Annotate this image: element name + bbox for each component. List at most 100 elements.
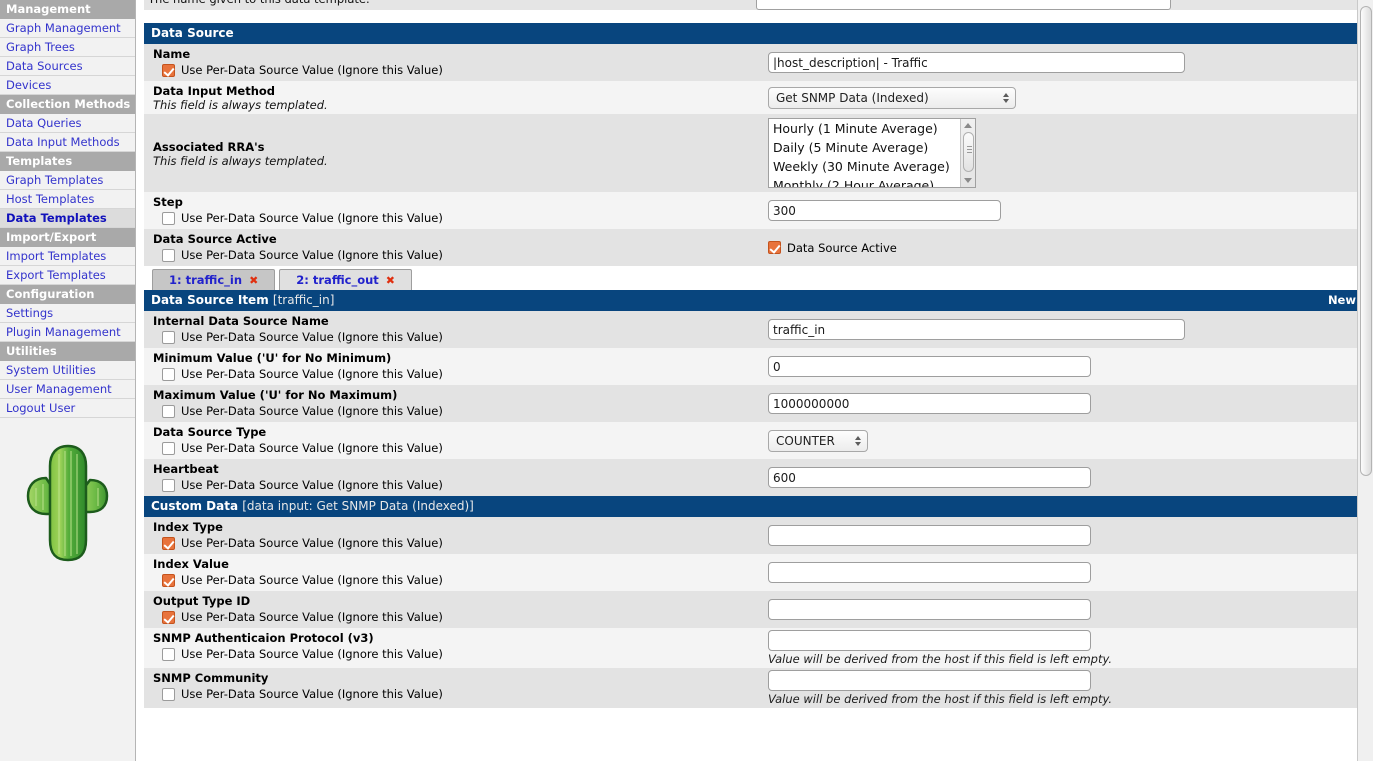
scroll-thumb[interactable]: [963, 132, 974, 172]
checkbox-per-ds[interactable]: [162, 610, 175, 624]
tab-close-icon[interactable]: ✖: [386, 274, 395, 287]
sidebar-item-system-utilities[interactable]: System Utilities: [0, 361, 135, 380]
sidebar-item-devices[interactable]: Devices: [0, 76, 135, 95]
rra-option[interactable]: Daily (5 Minute Average): [769, 138, 975, 157]
per-ds-toggle[interactable]: Use Per-Data Source Value (Ignore this V…: [153, 645, 752, 663]
sidebar-item-data-templates[interactable]: Data Templates: [0, 209, 135, 228]
sidebar-item-data-input-methods[interactable]: Data Input Methods: [0, 133, 135, 152]
cd-field-hint: Value will be derived from the host if t…: [768, 692, 1113, 706]
sidebar-item-settings[interactable]: Settings: [0, 304, 135, 323]
template-name-input[interactable]: [756, 0, 1171, 10]
checkbox-per-ds[interactable]: [162, 573, 175, 587]
tab-traffic_out[interactable]: 2: traffic_out ✖: [279, 269, 413, 290]
form-container: The name given to this data template. Da…: [144, 0, 1365, 761]
checkbox-per-ds-name[interactable]: [162, 63, 175, 77]
scroll-up-icon[interactable]: [964, 123, 972, 128]
per-ds-toggle[interactable]: Use Per-Data Source Value (Ignore this V…: [153, 476, 752, 494]
sidebar-item-logout-user[interactable]: Logout User: [0, 399, 135, 418]
page-scroll-thumb[interactable]: [1360, 6, 1372, 476]
cd-row-left: Index Value Use Per-Data Source Value (Ig…: [144, 554, 756, 591]
per-ds-toggle[interactable]: Use Per-Data Source Value (Ignore this V…: [153, 571, 752, 589]
dsi-row-right: COUNTER: [756, 422, 1365, 459]
step-input[interactable]: [768, 200, 1001, 221]
rra-option[interactable]: Hourly (1 Minute Average): [769, 119, 975, 138]
row-dim-left: Data Input Method This field is always t…: [144, 81, 756, 114]
cd-field-input[interactable]: [768, 562, 1091, 583]
cd-field-input[interactable]: [768, 599, 1091, 620]
per-ds-label: Use Per-Data Source Value (Ignore this V…: [181, 647, 443, 661]
sidebar-item-data-sources[interactable]: Data Sources: [0, 57, 135, 76]
data-input-method-select[interactable]: Get SNMP Data (Indexed): [768, 86, 1016, 109]
data-source-type-select[interactable]: COUNTER: [768, 429, 868, 452]
cd-row-left: SNMP Authenticaion Protocol (v3) Use Per-…: [144, 628, 756, 668]
dsi-field-input[interactable]: [768, 467, 1091, 488]
checkbox-per-ds[interactable]: [162, 441, 175, 455]
tab-close-icon[interactable]: ✖: [249, 274, 258, 287]
tab-traffic_in[interactable]: 1: traffic_in ✖: [152, 269, 276, 290]
cd-field-input[interactable]: [768, 525, 1091, 546]
checkbox-per-ds[interactable]: [162, 687, 175, 701]
checkbox-per-ds[interactable]: [162, 536, 175, 550]
per-ds-toggle[interactable]: Use Per-Data Source Value (Ignore this V…: [153, 402, 752, 420]
rra-option[interactable]: Monthly (2 Hour Average): [769, 176, 975, 187]
checkbox-per-ds[interactable]: [162, 478, 175, 492]
associated-rras-listbox[interactable]: Hourly (1 Minute Average) Daily (5 Minute…: [768, 118, 976, 188]
sidebar-item-data-queries[interactable]: Data Queries: [0, 114, 135, 133]
per-ds-toggle[interactable]: Use Per-Data Source Value (Ignore this V…: [153, 439, 752, 457]
sidebar-item-host-templates[interactable]: Host Templates: [0, 190, 135, 209]
sidebar-header-management: Management: [0, 0, 135, 19]
per-ds-toggle[interactable]: Use Per-Data Source Value (Ignore this V…: [153, 685, 752, 703]
per-ds-name[interactable]: Use Per-Data Source Value (Ignore this V…: [153, 61, 752, 79]
rras-scrollbar[interactable]: [960, 119, 975, 187]
per-ds-toggle[interactable]: Use Per-Data Source Value (Ignore this V…: [153, 608, 752, 626]
checkbox-per-ds[interactable]: [162, 404, 175, 418]
sidebar-item-user-management[interactable]: User Management: [0, 380, 135, 399]
row-step-left: Step Use Per-Data Source Value (Ignore t…: [144, 192, 756, 229]
data-source-active-toggle[interactable]: Data Source Active: [768, 239, 1365, 257]
checkbox-per-ds-step[interactable]: [162, 211, 175, 225]
name-input[interactable]: [768, 52, 1185, 73]
data-input-method-value: Get SNMP Data (Indexed): [776, 90, 929, 105]
scroll-down-icon[interactable]: [964, 178, 972, 183]
checkbox-per-ds[interactable]: [162, 367, 175, 381]
desc-data-input-method: This field is always templated.: [153, 98, 328, 112]
row-name-left: Name Use Per-Data Source Value (Ignore t…: [144, 44, 756, 81]
per-ds-toggle[interactable]: Use Per-Data Source Value (Ignore this V…: [153, 534, 752, 552]
dsi-field-input[interactable]: [768, 319, 1185, 340]
sidebar-item-export-templates[interactable]: Export Templates: [0, 266, 135, 285]
checkbox-data-source-active[interactable]: [768, 241, 781, 254]
rra-option[interactable]: Weekly (30 Minute Average): [769, 157, 975, 176]
dsi-row-left: Data Source Type Use Per-Data Source Valu…: [144, 422, 756, 459]
page-scrollbar[interactable]: [1357, 0, 1373, 761]
sidebar-item-graph-management[interactable]: Graph Management: [0, 19, 135, 38]
dsi-field-input[interactable]: [768, 356, 1091, 377]
per-ds-toggle[interactable]: Use Per-Data Source Value (Ignore this V…: [153, 365, 752, 383]
row-dsi-minimum-value-u-for-no-minimum: Minimum Value ('U' for No Minimum) Use Pe…: [144, 348, 1365, 385]
dsi-field-input[interactable]: [768, 393, 1091, 414]
sidebar-item-graph-trees[interactable]: Graph Trees: [0, 38, 135, 57]
checkbox-per-ds[interactable]: [162, 647, 175, 661]
cd-field-label: Index Value: [153, 557, 229, 571]
cd-field-input[interactable]: [768, 670, 1091, 691]
per-ds-toggle[interactable]: Use Per-Data Source Value (Ignore this V…: [153, 328, 752, 346]
data-source-section-title: Data Source: [151, 26, 234, 40]
per-ds-active[interactable]: Use Per-Data Source Value (Ignore this V…: [153, 246, 752, 264]
checkbox-per-ds[interactable]: [162, 330, 175, 344]
cd-field-input[interactable]: [768, 630, 1091, 651]
per-ds-label: Use Per-Data Source Value (Ignore this V…: [181, 478, 443, 492]
cd-field-label: SNMP Community: [153, 671, 269, 685]
sidebar-item-plugin-management[interactable]: Plugin Management: [0, 323, 135, 342]
dsi-field-label: Data Source Type: [153, 425, 267, 439]
sidebar-item-import-templates[interactable]: Import Templates: [0, 247, 135, 266]
dsi-new-label[interactable]: New: [1328, 294, 1359, 307]
row-rras-left: Associated RRA's This field is always te…: [144, 114, 756, 192]
data-source-type-value: COUNTER: [776, 433, 835, 448]
main-content: The name given to this data template. Da…: [136, 0, 1373, 761]
per-ds-step[interactable]: Use Per-Data Source Value (Ignore this V…: [153, 209, 752, 227]
dsi-row-left: Maximum Value ('U' for No Maximum) Use Pe…: [144, 385, 756, 422]
sidebar-item-graph-templates[interactable]: Graph Templates: [0, 171, 135, 190]
per-ds-label: Use Per-Data Source Value (Ignore this V…: [181, 573, 443, 587]
row-dsi-maximum-value-u-for-no-maximum: Maximum Value ('U' for No Maximum) Use Pe…: [144, 385, 1365, 422]
row-associated-rras: Associated RRA's This field is always te…: [144, 114, 1365, 192]
checkbox-per-ds-active[interactable]: [162, 248, 175, 262]
